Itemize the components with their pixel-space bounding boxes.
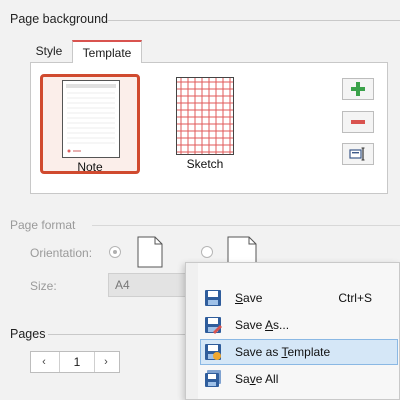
edit-icon [349, 147, 365, 161]
template-card-sketch[interactable]: Sketch [170, 74, 270, 174]
template-name-note: Note [77, 160, 103, 174]
template-name-sketch: Sketch [186, 157, 224, 171]
size-label: Size: [30, 279, 57, 293]
tab-style[interactable]: Style [30, 40, 68, 62]
menu-item-save-all[interactable]: Save All [200, 366, 398, 392]
page-background-title: Page background [10, 12, 108, 26]
template-card-note[interactable]: Note [40, 74, 140, 174]
minus-icon [351, 120, 365, 124]
orientation-landscape-radio[interactable] [201, 246, 213, 258]
note-thumbnail [62, 80, 120, 158]
grid-icon [177, 78, 233, 154]
save-as-icon [205, 317, 222, 334]
previous-page-button[interactable]: ‹ [33, 352, 55, 372]
page-format-title: Page format [10, 218, 76, 232]
edit-template-button[interactable] [342, 143, 374, 165]
pages-title: Pages [10, 327, 46, 341]
save-icon [205, 290, 221, 306]
menu-item-label: Save as Template [235, 345, 331, 359]
section-divider [48, 334, 188, 335]
menu-item-save-as-template[interactable]: Save as Template [200, 339, 398, 365]
page-stepper: ‹ 1 › [30, 351, 120, 373]
orientation-portrait-radio[interactable] [109, 246, 121, 258]
save-all-icon [205, 370, 221, 387]
next-page-button[interactable]: › [95, 352, 117, 372]
tab-template[interactable]: Template [72, 40, 142, 63]
section-divider [108, 20, 400, 21]
page-number-field[interactable]: 1 [59, 352, 95, 372]
menu-item-label: Save All [235, 372, 279, 386]
menu-gutter [186, 263, 198, 399]
save-template-icon [205, 344, 221, 360]
remove-template-button[interactable] [342, 111, 374, 133]
save-context-menu: Save Ctrl+S Save As... Save as Template … [185, 262, 400, 400]
add-template-button[interactable] [342, 78, 374, 100]
section-divider [92, 225, 400, 226]
menu-item-save-as[interactable]: Save As... [200, 312, 398, 338]
menu-item-save[interactable]: Save Ctrl+S [200, 285, 398, 311]
menu-shortcut: Ctrl+S [338, 291, 372, 305]
menu-item-label: Save [235, 291, 263, 305]
menu-item-label: Save As... [235, 318, 290, 332]
orientation-label: Orientation: [30, 246, 93, 260]
note-lines-icon [66, 84, 116, 153]
portrait-page-icon [137, 236, 163, 268]
plus-icon [351, 82, 365, 96]
sketch-thumbnail [176, 77, 234, 155]
